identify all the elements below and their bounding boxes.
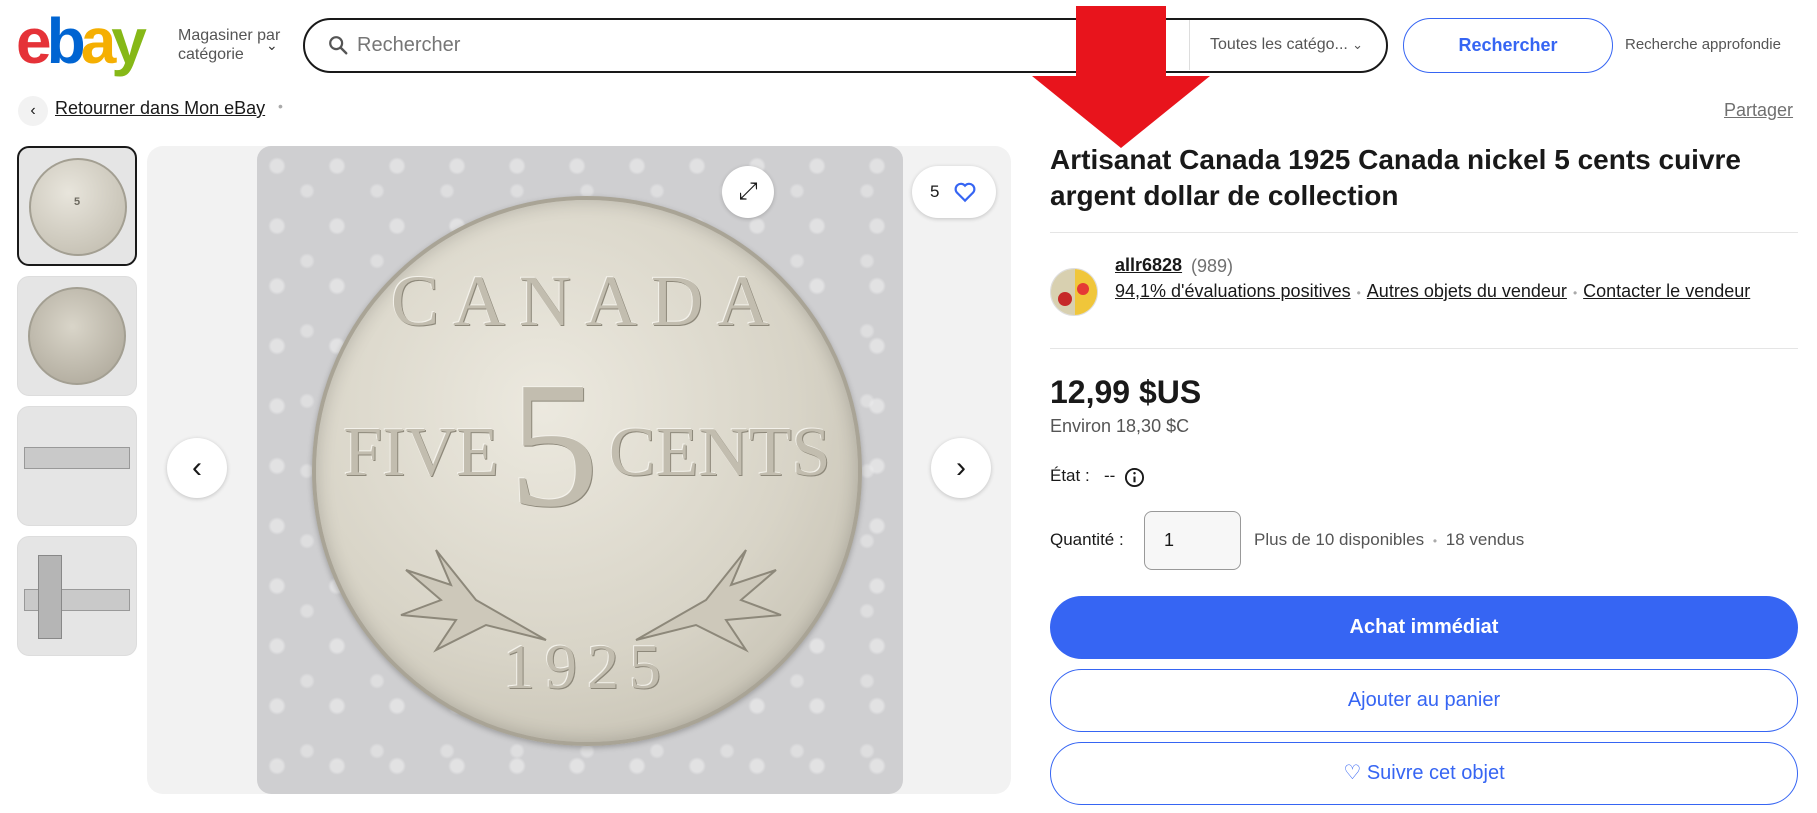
add-to-cart-button[interactable]: Ajouter au panier [1050,669,1798,732]
quantity-input[interactable] [1144,511,1241,570]
next-image-icon[interactable]: › [931,438,991,498]
back-to-my-ebay-link[interactable]: Retourner dans Mon eBay [55,98,265,119]
caliper-jaw [38,555,62,639]
coin-cents-text: CENTS [608,414,831,491]
coin-top-text: CANADA [390,261,783,341]
coin-image: CANADA FIVE5 CENTS 1925 [312,196,862,746]
watch-item-button[interactable]: ♡ Suivre cet objet [1050,742,1798,805]
condition-value: -- [1104,466,1116,485]
logo-letter-e: e [16,5,52,77]
category-select-value: Toutes les catégo... [1210,36,1348,53]
favorite-button[interactable]: 5 [912,166,996,218]
thumbnail-coin-text: 5 [73,196,81,208]
positive-feedback-link[interactable]: 94,1% d'évaluations positives [1115,281,1351,301]
coin-number: 5 [508,345,599,544]
product-photo: CANADA FIVE5 CENTS 1925 [257,146,903,794]
seller-links: 94,1% d'évaluations positives • Autres obj… [1115,279,1755,306]
separator-dot: • [1572,286,1578,300]
thumbnail-4[interactable] [17,536,137,656]
thumbnail-3[interactable] [17,406,137,526]
logo-letter-b: b [46,5,86,77]
divider [1050,232,1798,233]
advanced-search-link[interactable]: Recherche approfondie [1625,36,1781,53]
back-arrow-icon[interactable]: ‹ [18,96,48,126]
heart-icon [954,182,976,203]
coin-five-text: FIVE [343,414,499,491]
search-bar: Toutes les catégo... ⌄ [303,18,1388,73]
thumbnail-1[interactable]: 5 [17,146,137,266]
seller-name-link[interactable]: allr6828 [1115,255,1182,276]
coin-obverse-thumbnail [28,287,126,385]
shop-by-category-button[interactable]: Magasiner par catégorie ⌄ [178,26,288,64]
info-icon[interactable] [1124,467,1145,488]
buy-now-button[interactable]: Achat immédiat [1050,596,1798,659]
breadcrumb-separator: • [278,98,283,114]
favorite-count: 5 [930,182,940,201]
contact-seller-link[interactable]: Contacter le vendeur [1583,281,1750,301]
divider [1050,348,1798,349]
search-input[interactable] [357,28,1057,62]
logo-letter-y: y [111,5,147,77]
avatar-image [1051,269,1097,315]
condition-label: État : [1050,466,1090,485]
shop-by-category-label: Magasiner par catégorie [178,27,281,63]
other-items-link[interactable]: Autres objets du vendeur [1367,281,1567,301]
search-button[interactable]: Rechercher [1403,18,1613,73]
logo-letter-a: a [80,5,117,77]
caliper-thumbnail [24,447,130,469]
share-link[interactable]: Partager [1724,100,1793,121]
red-arrow-annotation-icon [1032,6,1210,148]
quantity-label: Quantité : [1050,530,1124,549]
chevron-down-icon: ⌄ [266,37,278,53]
separator-dot: • [1432,534,1438,548]
price: 12,99 $US [1050,374,1202,410]
thumbnail-2[interactable] [17,276,137,396]
separator-dot: • [1356,286,1361,300]
category-select[interactable]: Toutes les catégo... ⌄ [1189,20,1385,70]
seller-avatar[interactable] [1050,268,1098,316]
sold-count: 18 vendus [1445,530,1525,549]
search-icon [329,36,348,55]
coin-year: 1925 [503,631,671,702]
coin-denomination: FIVE5 CENTS [316,345,858,544]
main-image-viewer[interactable]: CANADA FIVE5 CENTS 1925 ⤢ 5 ‹ › [147,146,1011,794]
ebay-logo[interactable]: ebay [16,5,147,77]
approx-price: Environ 18,30 $C [1050,416,1190,436]
chevron-down-icon: ⌄ [1352,37,1363,52]
seller-score: (989) [1191,256,1234,276]
header: ebay Magasiner par catégorie ⌄ Toutes le… [0,0,1817,78]
availability: Plus de 10 disponibles [1254,530,1425,549]
previous-image-icon[interactable]: ‹ [167,438,227,498]
availability-text: Plus de 10 disponibles • 18 vendus [1254,530,1524,550]
expand-icon[interactable]: ⤢ [722,166,774,218]
listing-title: Artisanat Canada 1925 Canada nickel 5 ce… [1050,144,1741,211]
